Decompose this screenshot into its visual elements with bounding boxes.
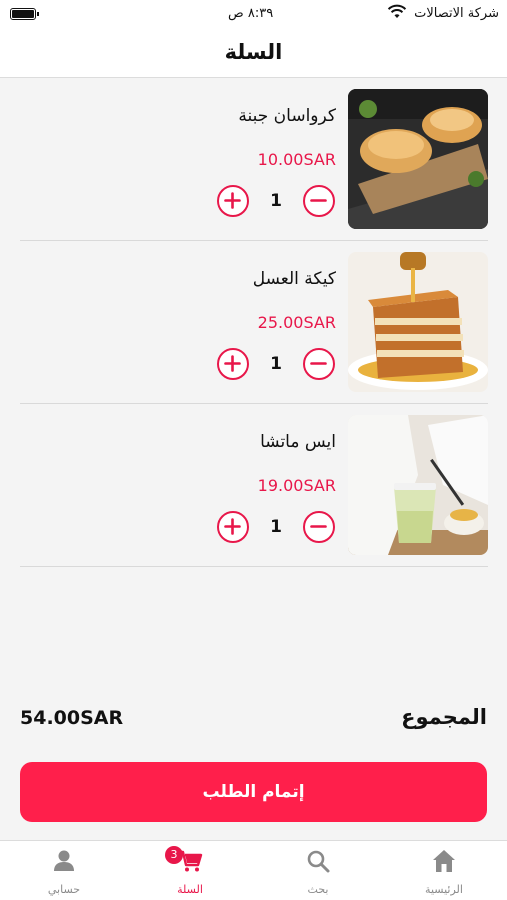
- tab-label: الرئيسية: [425, 883, 463, 896]
- item-name: ايس ماتشا: [260, 432, 336, 452]
- quantity-value: 1: [270, 517, 282, 537]
- total-value: 54.00SAR: [20, 707, 124, 729]
- status-bar: ٨:٣٩ ص شركة الاتصالات: [0, 0, 507, 30]
- product-image-honey-cake: [348, 252, 488, 392]
- tab-label: بحث: [307, 883, 329, 896]
- plus-icon: [224, 355, 241, 372]
- page-header: السلة: [0, 30, 507, 78]
- quantity-stepper: 1: [217, 348, 335, 382]
- quantity-value: 1: [270, 191, 282, 211]
- plus-icon: [224, 192, 241, 209]
- item-price: 19.00SAR: [257, 476, 336, 495]
- order-total: 54.00SAR المجموع: [20, 705, 487, 737]
- carrier-name: شركة الاتصالات: [414, 6, 499, 21]
- item-name: كرواسان جبنة: [238, 106, 336, 126]
- home-icon: [431, 848, 457, 874]
- tab-account[interactable]: حسابي: [1, 841, 127, 900]
- page-title: السلة: [224, 40, 283, 64]
- status-time: ٨:٣٩ ص: [228, 6, 274, 21]
- quantity-value: 1: [270, 354, 282, 374]
- quantity-stepper: 1: [217, 185, 335, 219]
- cart-list: كرواسان جبنة 10.00SAR 1 كيكة العسل 25.00…: [20, 78, 488, 567]
- minus-icon: [310, 525, 327, 528]
- decrease-quantity-button[interactable]: [303, 348, 335, 380]
- increase-quantity-button[interactable]: [217, 185, 249, 217]
- cart-item-iced-matcha: ايس ماتشا 19.00SAR 1: [20, 404, 488, 567]
- battery-icon: [10, 8, 39, 20]
- product-image-croissant: [348, 89, 488, 229]
- item-price: 10.00SAR: [257, 150, 336, 169]
- minus-icon: [310, 362, 327, 365]
- decrease-quantity-button[interactable]: [303, 511, 335, 543]
- tab-cart[interactable]: 3 السلة: [127, 841, 253, 900]
- cart-item-honey-cake: كيكة العسل 25.00SAR 1: [20, 241, 488, 404]
- item-name: كيكة العسل: [252, 269, 336, 289]
- increase-quantity-button[interactable]: [217, 511, 249, 543]
- quantity-stepper: 1: [217, 511, 335, 545]
- cart-item-cheese-croissant: كرواسان جبنة 10.00SAR 1: [20, 78, 488, 241]
- minus-icon: [310, 199, 327, 202]
- item-price: 25.00SAR: [257, 313, 336, 332]
- bottom-tab-bar: حسابي 3 السلة بحث الرئيسية: [0, 840, 507, 900]
- plus-icon: [224, 518, 241, 535]
- tab-label: السلة: [177, 883, 203, 896]
- cart-count-badge: 3: [165, 846, 183, 864]
- wifi-icon: [387, 4, 407, 20]
- total-label: المجموع: [401, 705, 487, 729]
- tab-home[interactable]: الرئيسية: [381, 841, 507, 900]
- tab-search[interactable]: بحث: [255, 841, 381, 900]
- decrease-quantity-button[interactable]: [303, 185, 335, 217]
- tab-label: حسابي: [47, 883, 81, 896]
- increase-quantity-button[interactable]: [217, 348, 249, 380]
- checkout-button[interactable]: إتمام الطلب: [20, 762, 487, 822]
- search-icon: [305, 848, 331, 874]
- product-image-iced-matcha: [348, 415, 488, 555]
- user-icon: [51, 848, 77, 874]
